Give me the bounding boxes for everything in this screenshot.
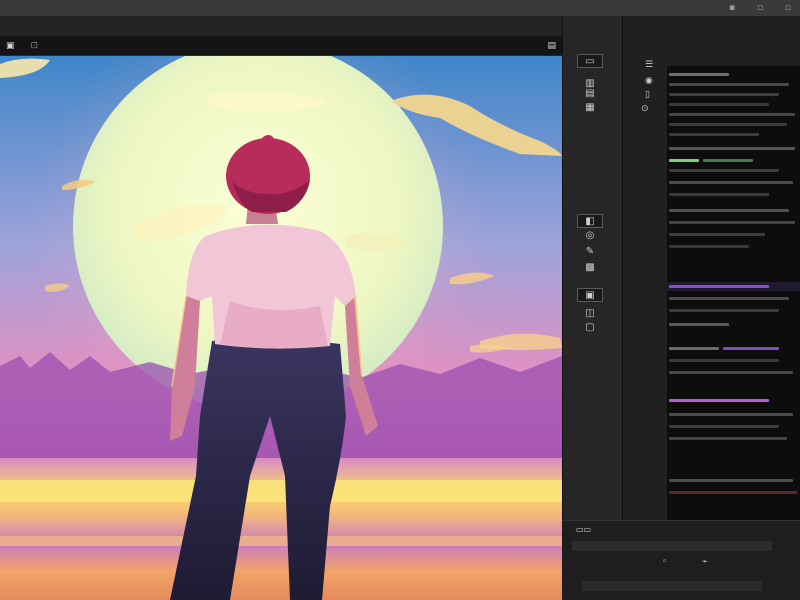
adjust-icon[interactable]: ▤ bbox=[577, 86, 603, 100]
eye-icon[interactable]: ◉ bbox=[645, 76, 653, 86]
layer-row[interactable] bbox=[667, 80, 800, 89]
footer-field[interactable] bbox=[572, 541, 772, 551]
layer-row[interactable] bbox=[667, 294, 800, 303]
layer-row[interactable] bbox=[667, 120, 800, 129]
character-icon[interactable]: ◧ bbox=[577, 214, 603, 228]
layer-row[interactable] bbox=[667, 144, 800, 153]
panel-toggle-icon[interactable]: ▤ bbox=[547, 41, 556, 51]
image-canvas[interactable] bbox=[0, 56, 562, 600]
layer-row[interactable] bbox=[667, 368, 800, 377]
layer-row[interactable] bbox=[667, 178, 800, 187]
footer-label-icon[interactable]: ▭▭ bbox=[576, 525, 591, 534]
lock-icon[interactable]: ▯ bbox=[645, 90, 650, 100]
layer-list[interactable] bbox=[667, 66, 800, 536]
footer-text-icon[interactable]: ⌁ bbox=[702, 557, 707, 567]
window-controls: ▪ ▫ ▫ bbox=[728, 0, 792, 16]
layer-row[interactable] bbox=[667, 70, 800, 79]
info-icon[interactable]: ▢ bbox=[577, 320, 603, 334]
layer-row[interactable] bbox=[667, 476, 800, 485]
layer-row[interactable] bbox=[667, 190, 800, 199]
minimize-icon[interactable]: ▪ bbox=[728, 3, 736, 13]
paragraph-icon[interactable]: ◎ bbox=[577, 228, 603, 242]
panel-menu-icon[interactable]: ☰ bbox=[645, 60, 653, 70]
layer-row[interactable] bbox=[667, 156, 800, 165]
swatches-icon[interactable]: ▩ bbox=[577, 260, 603, 274]
layer-row[interactable] bbox=[667, 356, 800, 365]
menu-bar: ▪ ▫ ▫ bbox=[0, 0, 800, 16]
document-tab-bar: ▣ ⊡ ▤ bbox=[0, 36, 562, 56]
layer-row[interactable] bbox=[667, 488, 800, 497]
layers-panel: ☰ ◉ ▯ ⊙ bbox=[622, 16, 800, 600]
layer-row[interactable] bbox=[667, 410, 800, 419]
layer-row[interactable] bbox=[667, 206, 800, 215]
layer-row[interactable] bbox=[667, 434, 800, 443]
layer-row[interactable] bbox=[667, 130, 800, 139]
layer-row[interactable] bbox=[667, 166, 800, 175]
channels-icon[interactable]: ▦ bbox=[577, 100, 603, 114]
maximize-icon[interactable]: ▫ bbox=[756, 3, 764, 13]
link-icon[interactable]: ⊙ bbox=[641, 104, 649, 114]
layer-row[interactable] bbox=[667, 218, 800, 227]
document-icon[interactable]: ▣ bbox=[6, 41, 15, 51]
layer-row[interactable] bbox=[667, 306, 800, 315]
brush-icon[interactable]: ✎ bbox=[577, 244, 603, 258]
layer-row[interactable] bbox=[667, 230, 800, 239]
layer-row[interactable] bbox=[667, 422, 800, 431]
tool-strip: ▭ ▥ ▤ ▦ ◧ ◎ ✎ ▩ ▣ ◫ ▢ bbox=[562, 16, 622, 600]
close-icon[interactable]: ▫ bbox=[784, 3, 792, 13]
artwork-image bbox=[0, 56, 562, 600]
layer-row[interactable] bbox=[667, 100, 800, 109]
history-icon[interactable]: ▭ bbox=[577, 54, 603, 68]
options-bar bbox=[0, 16, 562, 36]
paths-icon[interactable]: ◫ bbox=[577, 306, 603, 320]
layer-row[interactable] bbox=[667, 396, 800, 405]
layer-row[interactable] bbox=[667, 344, 800, 353]
layer-row[interactable] bbox=[667, 90, 800, 99]
layers-icon[interactable]: ▣ bbox=[577, 288, 603, 302]
footer-small-icon[interactable]: ◦ bbox=[662, 557, 667, 567]
layer-row[interactable] bbox=[667, 242, 800, 251]
layer-row[interactable] bbox=[667, 110, 800, 119]
footer-status-field bbox=[582, 581, 762, 591]
zoom-icon[interactable]: ⊡ bbox=[31, 41, 39, 51]
layer-row-selected[interactable] bbox=[667, 282, 800, 291]
panel-footer: ▭▭ ◦ ⌁ bbox=[562, 520, 800, 600]
layer-row[interactable] bbox=[667, 320, 800, 329]
